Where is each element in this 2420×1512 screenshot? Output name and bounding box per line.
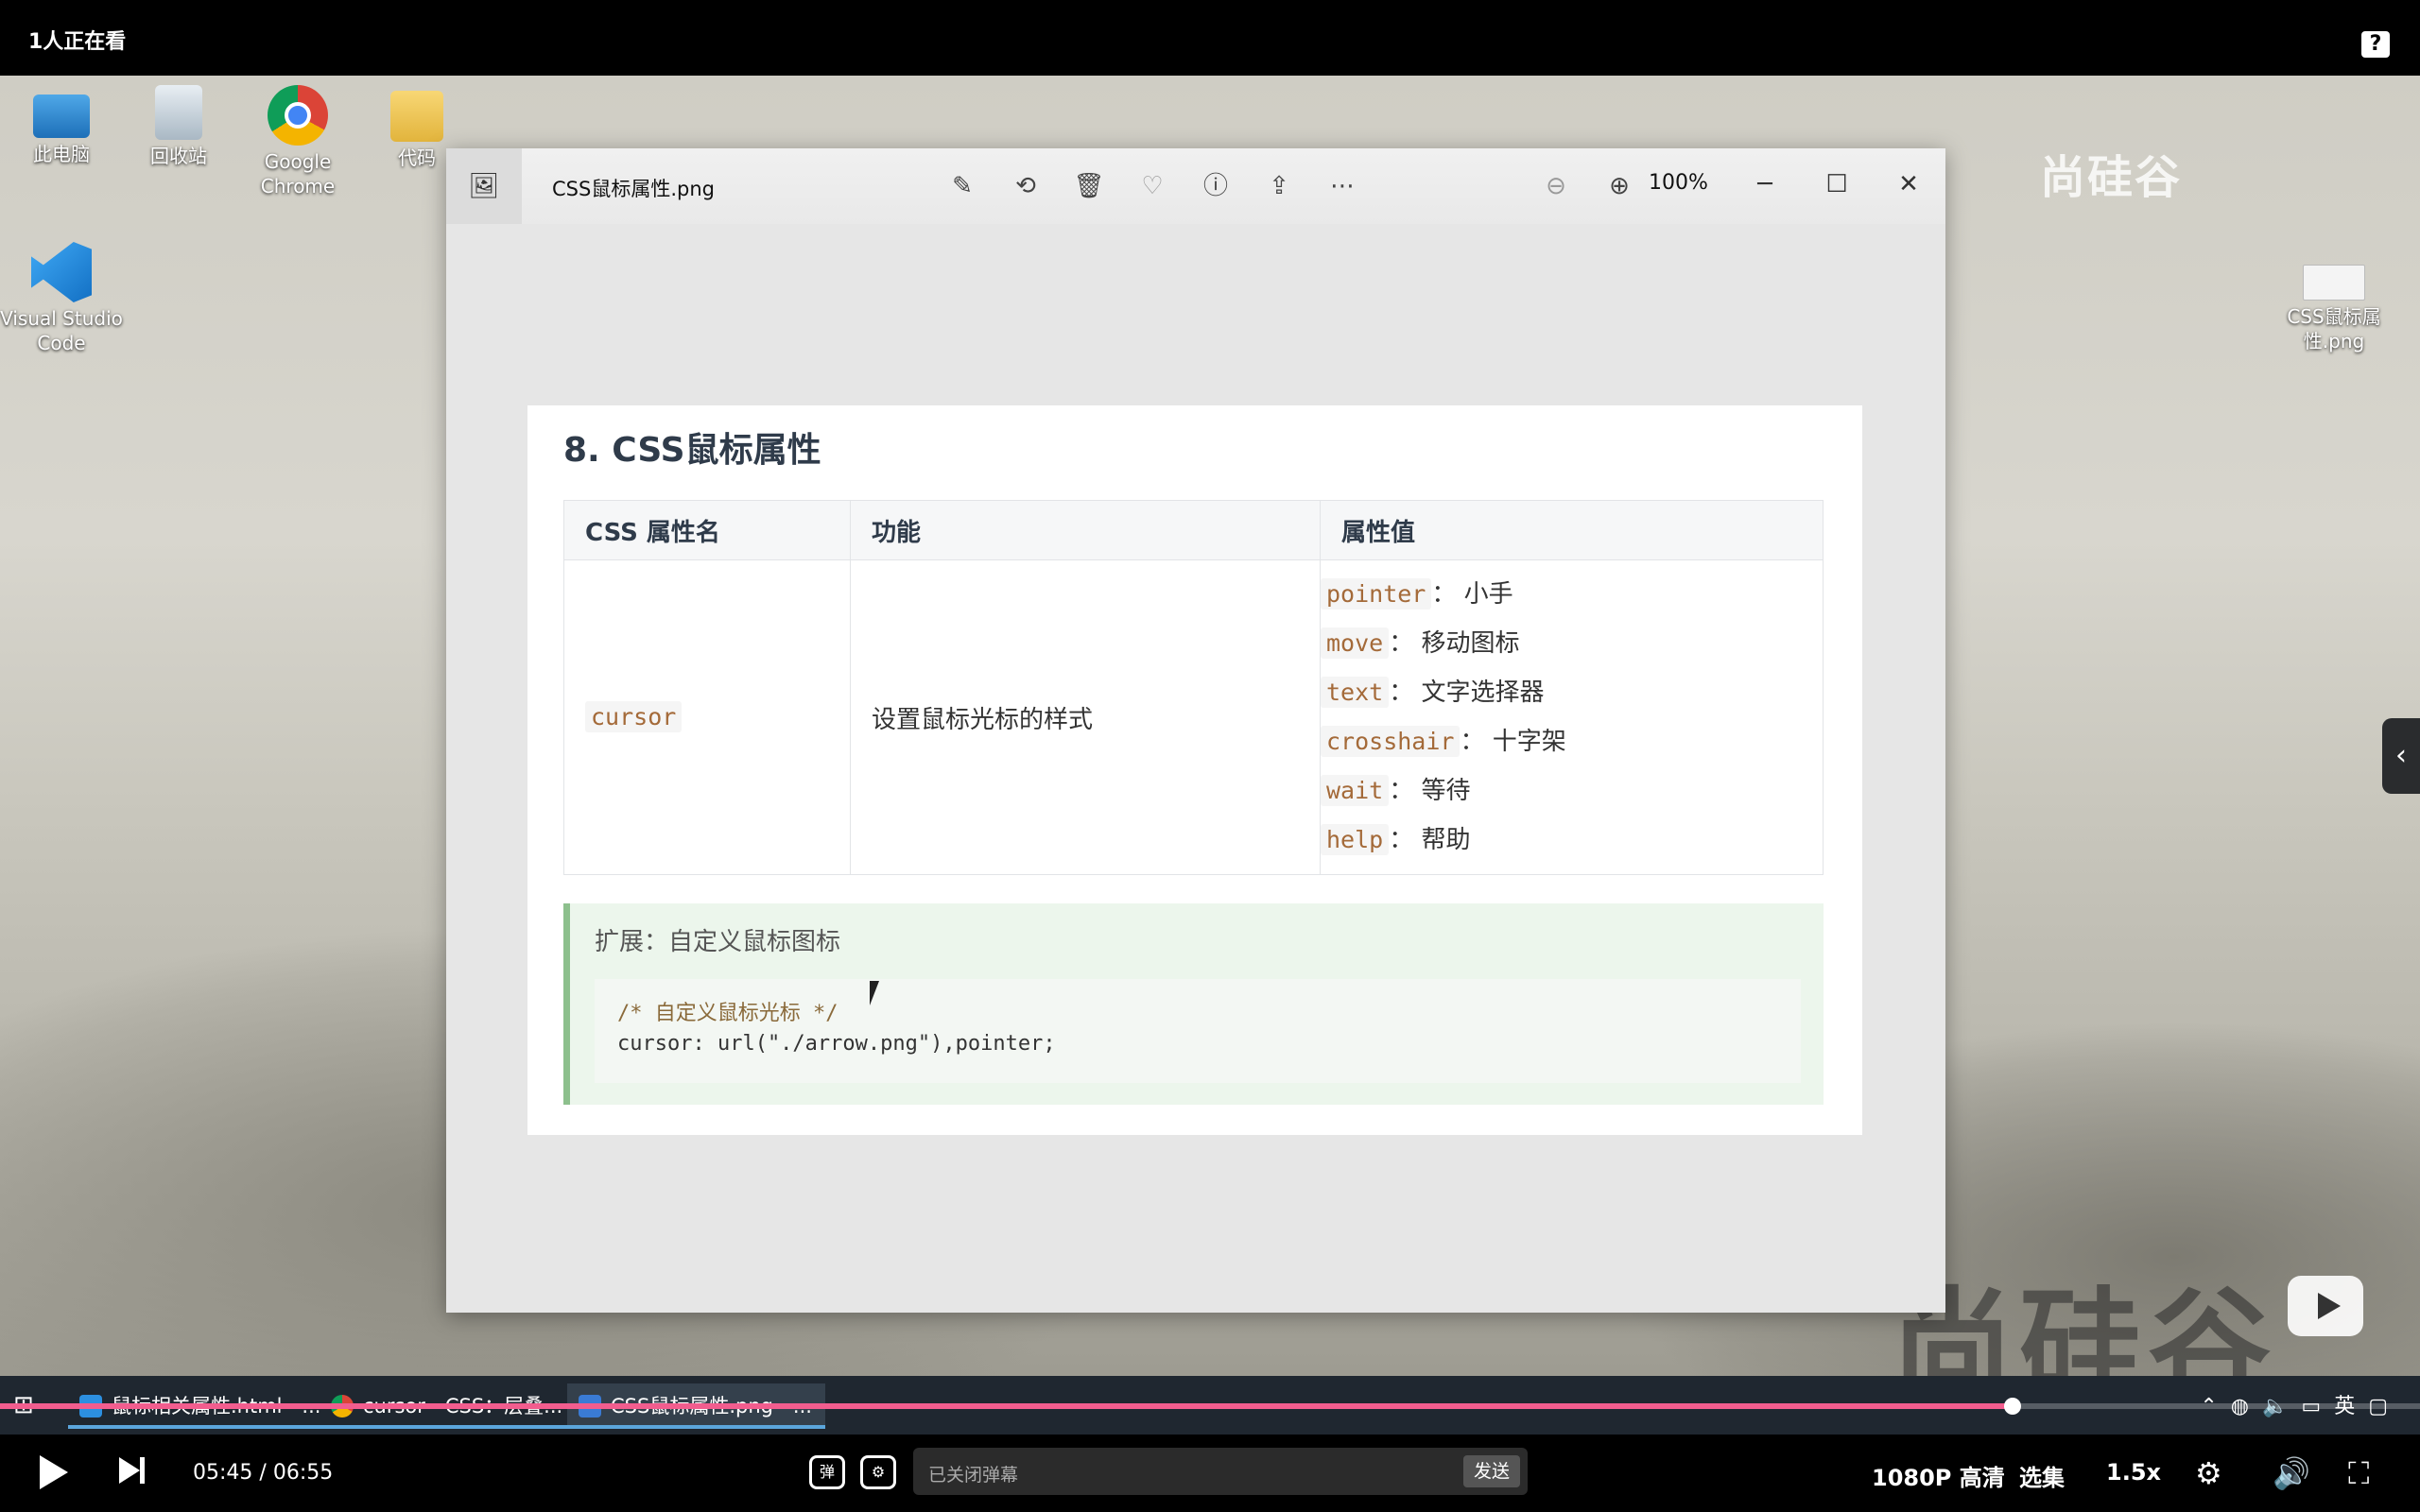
zoom-in-icon[interactable]: ⊕ (1600, 167, 1638, 205)
more-icon[interactable]: ⋯ (1323, 167, 1361, 205)
danmu-placeholder: 已关闭弹幕 (928, 1465, 1019, 1486)
help-icon[interactable]: ? (2361, 31, 2390, 58)
value-desc: ： 十字架 (1460, 728, 1566, 756)
value-code: text (1321, 677, 1390, 708)
desktop-icon-label: 代码 (398, 146, 436, 169)
value-code: wait (1321, 775, 1390, 806)
quality-button[interactable]: 1080P 高清 (1872, 1459, 2005, 1492)
property-name-code: cursor (585, 701, 683, 732)
table-header-row: CSS 属性名 功能 属性值 (563, 500, 1824, 560)
chrome-icon (268, 85, 328, 146)
value-desc: ： 等待 (1389, 777, 1471, 805)
extension-callout: 扩展：自定义鼠标图标 /* 自定义鼠标光标 */ cursor: url("./… (563, 903, 1824, 1105)
displayed-image: 8. CSS鼠标属性 CSS 属性名 功能 属性值 cursor 设置鼠标光标的… (527, 405, 1862, 1135)
photos-title-bar: 🖼 CSS鼠标属性.png ✎ ⟲ 🗑 ♡ ⓘ ⇪ ⋯ ⊖ ⊕ 100% ─ ☐… (446, 148, 1945, 224)
desktop-icon-label: CSS鼠标属性.png (2287, 305, 2381, 352)
computer-icon (33, 94, 90, 138)
side-panel-toggle[interactable]: ‹ (2382, 718, 2420, 794)
value-item: pointer： 小手 (1321, 570, 1823, 619)
time-display: 05:45 / 06:55 (193, 1461, 333, 1485)
live-top-bar: 1人正在看 ? (0, 0, 2420, 76)
image-file-icon (2303, 265, 2365, 301)
value-code: pointer (1321, 578, 1432, 610)
chevron-left-icon: ‹ (2395, 739, 2407, 772)
desktop-icon-recycle-bin[interactable]: 回收站 (117, 85, 240, 168)
volume-icon[interactable]: 🔊 (2273, 1455, 2310, 1491)
doc-heading: 8. CSS鼠标属性 (563, 431, 821, 470)
photos-app-icon: 🖼 (446, 148, 522, 224)
folder-icon (390, 91, 443, 142)
desktop-icon-png-file[interactable]: CSS鼠标属性.png (2273, 265, 2395, 353)
extension-title: 扩展：自定义鼠标图标 (595, 928, 841, 956)
video-progress-bar[interactable] (0, 1398, 2420, 1415)
properties-table: CSS 属性名 功能 属性值 cursor 设置鼠标光标的样式 pointer：… (563, 500, 1824, 875)
info-icon[interactable]: ⓘ (1197, 167, 1235, 205)
edit-icon[interactable]: ✎ (943, 167, 981, 205)
speed-button[interactable]: 1.5x (2106, 1459, 2161, 1486)
property-name-cell: cursor (563, 559, 851, 875)
zoom-level[interactable]: 100% (1649, 171, 1708, 195)
window-title: CSS鼠标属性.png (552, 178, 715, 200)
value-desc: ： 文字选择器 (1389, 679, 1545, 707)
property-values-cell: pointer： 小手 move： 移动图标 text： 文字选择器 cross… (1320, 559, 1824, 875)
play-icon[interactable] (40, 1455, 68, 1489)
value-code: help (1321, 824, 1390, 855)
code-line: cursor: url("./arrow.png"),pointer; (617, 1032, 1056, 1056)
value-desc: ： 移动图标 (1389, 629, 1520, 658)
value-code: move (1321, 627, 1390, 659)
delete-icon[interactable]: 🗑 (1070, 167, 1108, 205)
value-item: crosshair： 十字架 (1321, 717, 1823, 766)
mouse-cursor-icon (870, 981, 879, 1005)
danmu-toggle-icon[interactable]: 弹 (809, 1455, 845, 1489)
value-item: text： 文字选择器 (1321, 668, 1823, 717)
minimize-button[interactable]: ─ (1741, 163, 1789, 205)
player-controls: 05:45 / 06:55 弹 ⚙ 已关闭弹幕 发送 1080P 高清 选集 1… (0, 1435, 2420, 1512)
vscode-icon (31, 242, 92, 302)
desktop-icon-label: 回收站 (150, 145, 207, 167)
settings-icon[interactable]: ⚙ (2195, 1455, 2222, 1491)
total-time: 06:55 (272, 1461, 334, 1485)
send-button[interactable]: 发送 (1463, 1455, 1520, 1487)
time-separator: / (259, 1461, 267, 1485)
desktop-icon-this-pc[interactable]: 此电脑 (0, 85, 123, 166)
column-header: CSS 属性名 (563, 500, 851, 560)
viewer-count: 1人正在看 (28, 30, 127, 54)
close-button[interactable]: ✕ (1885, 163, 1932, 205)
danmu-input[interactable]: 已关闭弹幕 发送 (913, 1448, 1528, 1495)
value-item: help： 帮助 (1321, 816, 1823, 865)
watermark-logo: 尚硅谷 (2040, 151, 2183, 204)
current-time: 05:45 (193, 1461, 253, 1485)
fullscreen-icon[interactable]: ⛶ (2348, 1455, 2369, 1492)
desktop-icon-label: 此电脑 (33, 143, 90, 165)
desktop-icon-vscode[interactable]: Visual Studio Code (0, 242, 123, 355)
desktop-icon-label: Visual Studio Code (0, 307, 123, 354)
rotate-icon[interactable]: ⟲ (1007, 167, 1045, 205)
column-header: 功能 (850, 500, 1321, 560)
code-block: /* 自定义鼠标光标 */ cursor: url("./arrow.png")… (595, 979, 1801, 1083)
value-code: crosshair (1321, 726, 1461, 757)
maximize-button[interactable]: ☐ (1813, 163, 1860, 205)
zoom-out-icon[interactable]: ⊖ (1537, 167, 1575, 205)
value-desc: ： 帮助 (1389, 826, 1471, 854)
value-item: move： 移动图标 (1321, 619, 1823, 668)
next-icon[interactable] (119, 1457, 145, 1484)
desktop-icon-chrome[interactable]: Google Chrome (236, 85, 359, 198)
value-item: wait： 等待 (1321, 766, 1823, 816)
episodes-button[interactable]: 选集 (2019, 1459, 2065, 1492)
desktop-icon-label: Google Chrome (260, 150, 336, 198)
property-function-cell: 设置鼠标光标的样式 (850, 559, 1321, 875)
table-row: cursor 设置鼠标光标的样式 pointer： 小手 move： 移动图标 … (563, 559, 1824, 875)
watermark-logo-large: 尚硅谷 (1891, 1275, 2277, 1394)
favorite-icon[interactable]: ♡ (1133, 167, 1171, 205)
danmu-settings-icon[interactable]: ⚙ (860, 1455, 896, 1489)
code-comment: /* 自定义鼠标光标 */ (617, 1002, 838, 1025)
share-icon[interactable]: ⇪ (1260, 167, 1298, 205)
recycle-bin-icon (155, 85, 202, 140)
value-desc: ： 小手 (1431, 580, 1513, 609)
column-header: 属性值 (1320, 500, 1824, 560)
photos-viewer-window: 🖼 CSS鼠标属性.png ✎ ⟲ 🗑 ♡ ⓘ ⇪ ⋯ ⊖ ⊕ 100% ─ ☐… (446, 148, 1945, 1313)
progress-fill (0, 1403, 2014, 1409)
play-overlay-icon[interactable] (2288, 1276, 2363, 1336)
